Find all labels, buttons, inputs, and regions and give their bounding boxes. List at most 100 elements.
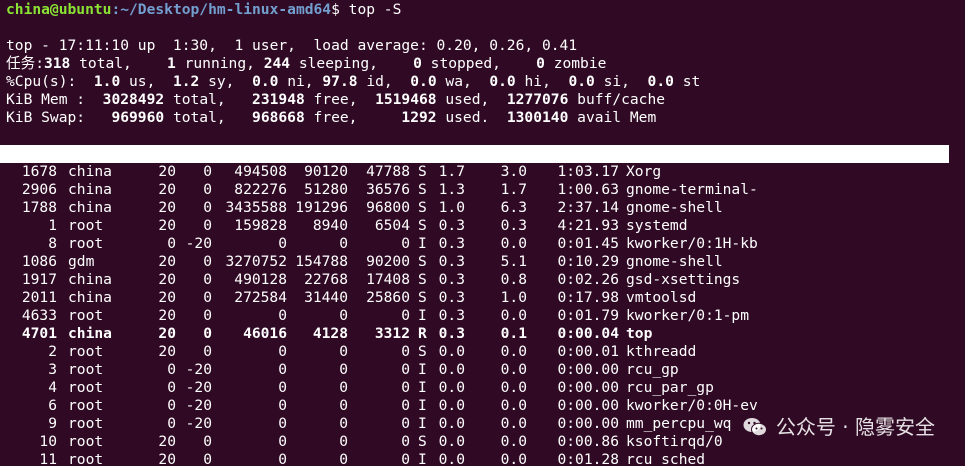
watermark-text: 公众号 · 隐雾安全 (775, 415, 935, 439)
cell-pr: 0 (167, 235, 176, 252)
process-row: 4701 china 20 0 46016 4128 3312 R 0.3 0.1 0:00.04 t… (0, 325, 965, 343)
cell-res: 0 (339, 415, 348, 432)
cell-res: 0 (339, 379, 348, 396)
cell-virt: 46016 (243, 325, 287, 342)
cell-shr: 3312 (374, 325, 410, 342)
cell-pid: 1917 (21, 271, 57, 288)
cell-pid: 2906 (21, 181, 57, 198)
cell-shr: 0 (401, 433, 410, 450)
cell-cpu: 0.0 (438, 343, 465, 360)
process-row: 1788 china 20 0 3435588 191296 96800 S 1.0 6.3 2:3… (0, 199, 965, 217)
cell-pid: 2011 (21, 289, 57, 306)
cell-pr: 0 (167, 361, 176, 378)
cell-time: 0:01.45 (557, 235, 619, 252)
col-virt[interactable]: VIRT (205, 145, 267, 163)
cell-mem: 0.3 (500, 217, 527, 234)
cell-virt: 822276 (234, 181, 287, 198)
cell-time: 0:17.98 (557, 289, 619, 306)
cell-mem: 0.1 (500, 325, 527, 342)
col-user[interactable]: USER (49, 145, 84, 163)
cell-pr: 20 (158, 181, 176, 198)
col-time[interactable]: TIME+ (540, 145, 599, 163)
col-res[interactable]: RES (275, 145, 329, 163)
process-row: 1 root 20 0 159828 8940 6504 S 0.3 0.3 4:21.93 syst… (0, 217, 965, 235)
cell-res: 154788 (295, 253, 348, 270)
cell-virt: 0 (278, 361, 287, 378)
cell-ni: 0 (203, 289, 212, 306)
process-row: 4 root 0 -20 0 0 0 I 0.0 0.0 0:00.00 rcu_par_gp (0, 379, 965, 397)
process-row: 4633 root 20 0 0 0 0 I 0.3 0.0 0:01.79 kworker/0:1-… (0, 307, 965, 325)
cell-time: 0:02.26 (557, 271, 619, 288)
cell-user: china (68, 163, 112, 180)
cell-pr: 20 (158, 253, 176, 270)
cell-pid: 6 (48, 397, 57, 414)
col-pr[interactable]: PR (120, 145, 158, 163)
col-mem[interactable]: %MEM (467, 145, 512, 163)
cell-ni: -20 (185, 235, 212, 252)
cell-pr: 20 (158, 451, 176, 466)
cell-cpu: 0.3 (438, 307, 465, 324)
cell-pr: 0 (167, 397, 176, 414)
process-row: 11 root 20 0 0 0 0 I 0.0 0.0 0:01.28 rcu_sched (0, 451, 965, 466)
cell-pid: 4701 (21, 325, 57, 342)
cell-ni: -20 (185, 361, 212, 378)
col-pid[interactable]: 进程 (4, 145, 33, 163)
terminal-window[interactable]: china@ubuntu:~/Desktop/hm-linux-amd64$ t… (0, 0, 965, 466)
process-row: 1086 gdm 20 0 3270752 154788 90200 S 0.3 5.1 0:10.… (0, 253, 965, 271)
cell-ni: 0 (203, 253, 212, 270)
col-command[interactable]: COMMAND (608, 145, 670, 163)
cell-mem: 0.0 (500, 307, 527, 324)
cell-res: 0 (339, 307, 348, 324)
cell-shr: 0 (401, 397, 410, 414)
process-row: 1678 china 20 0 494508 90120 47788 S 1.7 3.0 1:03.… (0, 163, 965, 181)
cell-mem: 1.7 (500, 181, 527, 198)
cell-ni: 0 (203, 433, 212, 450)
cell-mem: 0.0 (500, 379, 527, 396)
cell-mem: 0.0 (500, 397, 527, 414)
cell-res: 51280 (304, 181, 348, 198)
cell-virt: 159828 (234, 217, 287, 234)
cell-res: 0 (339, 361, 348, 378)
cell-command: gnome-terminal- (626, 181, 758, 198)
cell-pid: 1086 (21, 253, 57, 270)
cell-pid: 3 (48, 361, 57, 378)
cell-user: china (68, 325, 112, 342)
cell-res: 4128 (312, 325, 348, 342)
process-row: 1917 china 20 0 490128 22768 17408 S 0.3 0.8 0:02.… (0, 271, 965, 289)
col-ni[interactable]: NI (158, 145, 193, 163)
cell-ni: 0 (203, 163, 212, 180)
cell-pid: 10 (39, 433, 57, 450)
cell-res: 191296 (295, 199, 348, 216)
cell-cpu: 0.3 (438, 271, 465, 288)
cell-pr: 20 (158, 271, 176, 288)
cell-virt: 490128 (234, 271, 287, 288)
cell-command: rcu_gp (626, 361, 679, 378)
cell-command: gnome-shell (626, 253, 723, 270)
cell-time: 0:00.00 (557, 415, 619, 432)
process-table-header: 进程 USER PR NI VIRT RES SHR � %CPU %MEM T… (0, 145, 949, 163)
cell-cpu: 0.3 (438, 289, 465, 306)
cell-virt: 0 (278, 307, 287, 324)
cell-res: 0 (339, 451, 348, 466)
cell-res: 8940 (312, 217, 348, 234)
cell-user: root (68, 433, 104, 450)
col-shr[interactable]: SHR (335, 145, 393, 163)
cell-time: 1:00.63 (557, 181, 619, 198)
shell-prompt: china@ubuntu:~/Desktop/hm-linux-amd64$ t… (6, 1, 401, 19)
cell-user: root (68, 307, 104, 324)
cell-ni: -20 (185, 415, 212, 432)
cell-ni: -20 (185, 379, 212, 396)
cell-pr: 20 (158, 217, 176, 234)
cell-shr: 17408 (366, 271, 410, 288)
cell-command: vmtoolsd (626, 289, 697, 306)
cell-time: 0:00.04 (557, 325, 619, 342)
cell-mem: 0.0 (500, 433, 527, 450)
cell-res: 31440 (304, 289, 348, 306)
prompt-command: $ top -S (331, 1, 402, 18)
cell-pr: 20 (158, 199, 176, 216)
col-cpu[interactable]: %CPU (420, 145, 465, 163)
cell-ni: 0 (203, 325, 212, 342)
cell-cpu: 0.3 (438, 325, 465, 342)
cell-time: 0:01.28 (557, 451, 619, 466)
cell-shr: 0 (401, 379, 410, 396)
